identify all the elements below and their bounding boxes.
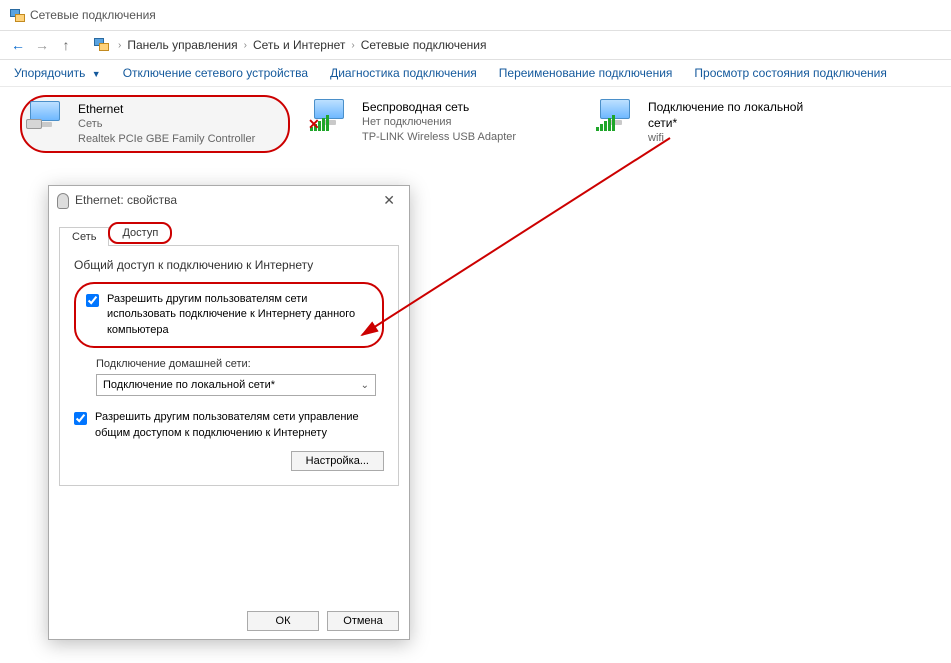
home-network-dropdown[interactable]: Подключение по локальной сети* ⌄ xyxy=(96,374,376,396)
breadcrumb-connections[interactable]: Сетевые подключения xyxy=(361,38,487,52)
chevron-icon: › xyxy=(112,40,127,51)
window-title: Сетевые подключения xyxy=(30,8,156,22)
organize-menu[interactable]: Упорядочить ▼ xyxy=(14,66,101,80)
allow-control-checkbox[interactable] xyxy=(74,412,87,425)
tab-sharing[interactable]: Доступ xyxy=(108,222,172,244)
connection-local-network[interactable]: Подключение по локальной сети* wifi xyxy=(592,95,812,153)
dropdown-value: Подключение по локальной сети* xyxy=(103,379,275,391)
allow-sharing-label: Разрешить другим пользователям сети испо… xyxy=(107,292,372,338)
control-panel-icon xyxy=(92,37,108,53)
wifi-adapter-icon xyxy=(596,99,638,135)
rename-connection-button[interactable]: Переименование подключения xyxy=(499,66,673,80)
allow-control-label: Разрешить другим пользователям сети упра… xyxy=(95,410,384,441)
properties-icon xyxy=(57,193,69,209)
connection-wireless[interactable]: ✕ Беспроводная сеть Нет подключения TP-L… xyxy=(306,95,576,153)
network-connections-icon xyxy=(8,7,24,23)
chevron-icon: › xyxy=(238,40,253,51)
disconnected-x-icon: ✕ xyxy=(308,116,320,133)
dialog-title: Ethernet: свойства xyxy=(75,193,177,207)
cancel-button[interactable]: Отмена xyxy=(327,611,399,631)
connection-name: Подключение по локальной сети* xyxy=(648,99,808,131)
toolbar: Упорядочить ▼ Отключение сетевого устрой… xyxy=(0,60,951,87)
nav-back-button[interactable]: ← xyxy=(6,33,30,57)
connection-device: Realtek PCIe GBE Family Controller xyxy=(78,132,255,147)
connection-device: TP-LINK Wireless USB Adapter xyxy=(362,130,516,145)
nav-forward-button[interactable]: → xyxy=(30,33,54,57)
connection-name: Беспроводная сеть xyxy=(362,99,516,115)
view-status-button[interactable]: Просмотр состояния подключения xyxy=(694,66,886,80)
breadcrumb-network[interactable]: Сеть и Интернет xyxy=(253,38,345,52)
nav-up-button[interactable]: ↑ xyxy=(54,33,78,57)
ethernet-properties-dialog: Ethernet: свойства ✕ Сеть Доступ Общий д… xyxy=(48,185,410,640)
settings-button[interactable]: Настройка... xyxy=(291,451,384,471)
chevron-down-icon: ▼ xyxy=(92,69,101,79)
allow-sharing-checkbox[interactable] xyxy=(86,294,99,307)
connection-ethernet[interactable]: Ethernet Сеть Realtek PCIe GBE Family Co… xyxy=(20,95,290,153)
diagnose-connection-button[interactable]: Диагностика подключения xyxy=(330,66,477,80)
close-button[interactable]: ✕ xyxy=(377,192,401,209)
chevron-icon: › xyxy=(345,40,360,51)
dialog-tabs: Сеть Доступ xyxy=(59,222,399,246)
dialog-titlebar: Ethernet: свойства ✕ xyxy=(49,186,409,214)
organize-label: Упорядочить xyxy=(14,66,85,80)
chevron-down-icon: ⌄ xyxy=(361,380,369,391)
allow-control-row: Разрешить другим пользователям сети упра… xyxy=(74,410,384,441)
home-network-label: Подключение домашней сети: xyxy=(96,358,384,370)
breadcrumb-root[interactable]: Панель управления xyxy=(127,38,237,52)
ethernet-adapter-icon xyxy=(26,101,68,137)
connection-status: Сеть xyxy=(78,117,255,132)
window-titlebar: Сетевые подключения xyxy=(0,0,951,30)
dialog-footer: ОК Отмена xyxy=(247,611,399,631)
connection-status: Нет подключения xyxy=(362,115,516,130)
connection-status: wifi xyxy=(648,131,808,146)
connections-panel: Ethernet Сеть Realtek PCIe GBE Family Co… xyxy=(0,87,951,161)
tab-network[interactable]: Сеть xyxy=(59,227,109,246)
address-bar: ← → ↑ › Панель управления › Сеть и Интер… xyxy=(0,30,951,60)
group-title: Общий доступ к подключению к Интернету xyxy=(74,258,384,272)
connection-name: Ethernet xyxy=(78,101,255,117)
allow-sharing-row: Разрешить другим пользователям сети испо… xyxy=(74,282,384,348)
disable-device-button[interactable]: Отключение сетевого устройства xyxy=(123,66,308,80)
wifi-adapter-icon: ✕ xyxy=(310,99,352,135)
ok-button[interactable]: ОК xyxy=(247,611,319,631)
internet-sharing-group: Общий доступ к подключению к Интернету Р… xyxy=(59,246,399,486)
